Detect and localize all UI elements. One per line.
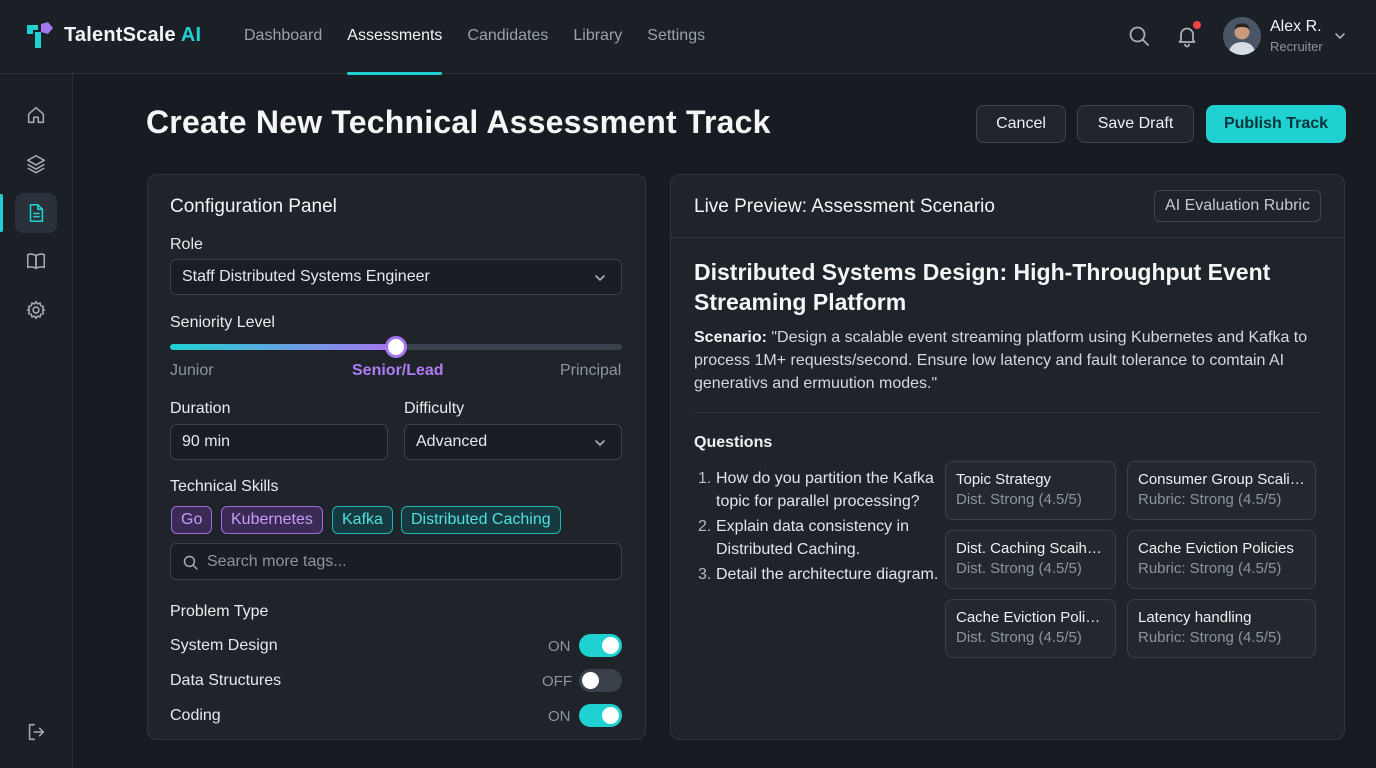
toggle-state-data-structures: OFF	[542, 673, 572, 690]
user-role: Recruiter	[1270, 39, 1323, 54]
problem-type-data-structures: Data Structures	[170, 672, 282, 689]
document-icon	[29, 203, 44, 223]
tag-search-placeholder: Search more tags...	[207, 552, 347, 570]
sidebar-item-assessments[interactable]	[15, 193, 57, 233]
active-marker	[0, 194, 3, 232]
questions-list: 1. How do you partition the Kafka topic f…	[698, 467, 944, 588]
sidebar	[0, 74, 73, 768]
scenario-title: Distributed Systems Design: High-Through…	[694, 259, 1271, 315]
duration-label: Duration	[170, 400, 231, 417]
ai-evaluation-rubric-button[interactable]: AI Evaluation Rubric	[1154, 190, 1321, 222]
rubric-card[interactable]: Latency handling Rubric: Strong (4.5/5)	[1127, 599, 1316, 658]
nav-settings[interactable]: Settings	[647, 0, 705, 74]
scenario-description: Scenario: "Design a scalable event strea…	[694, 326, 1324, 395]
scenario-body: "Design a scalable event streaming platf…	[694, 329, 1308, 392]
role-value: Staff Distributed Systems Engineer	[182, 268, 430, 285]
rubric-card[interactable]: Dist. Caching Scaihing Dist. Strong (4.5/…	[945, 530, 1116, 589]
slider-fill	[170, 344, 396, 350]
toggle-state-system-design: ON	[548, 638, 571, 655]
question-item: 3. Detail the architecture diagram.	[698, 566, 939, 583]
sidebar-item-home[interactable]	[15, 95, 57, 135]
nav-candidates[interactable]: Candidates	[467, 0, 548, 74]
search-icon[interactable]	[1127, 24, 1151, 48]
seniority-tick-senior[interactable]: Senior/Lead	[352, 362, 444, 380]
cancel-button[interactable]: Cancel	[976, 105, 1066, 143]
skill-tag-kafka[interactable]: Kafka	[332, 506, 393, 534]
seniority-label: Seniority Level	[170, 314, 275, 331]
logout-icon	[28, 723, 45, 741]
questions-label: Questions	[694, 434, 773, 451]
rubric-card[interactable]: Cache Eviction Policies Rubric: Strong (4…	[1127, 530, 1316, 589]
problem-type-label: Problem Type	[170, 603, 269, 620]
technical-skills-label: Technical Skills	[170, 478, 279, 495]
search-icon	[183, 555, 198, 570]
rubric-card[interactable]: Topic Strategy Dist. Strong (4.5/5)	[945, 461, 1116, 520]
skill-tag-distributed-caching[interactable]: Distributed Caching	[401, 506, 561, 534]
sidebar-item-library[interactable]	[15, 241, 57, 281]
configuration-panel-title: Configuration Panel	[170, 196, 337, 217]
chevron-down-icon	[595, 440, 605, 447]
data-structures-toggle[interactable]	[579, 669, 622, 692]
chevron-down-icon[interactable]	[1333, 29, 1347, 43]
role-label: Role	[170, 236, 203, 253]
role-select[interactable]: Staff Distributed Systems Engineer	[170, 259, 622, 295]
publish-track-button[interactable]: Publish Track	[1206, 105, 1346, 143]
home-icon	[27, 106, 45, 124]
difficulty-select[interactable]: Advanced	[404, 424, 622, 460]
chevron-down-icon	[595, 275, 605, 282]
seniority-tick-principal[interactable]: Principal	[560, 362, 621, 380]
coding-toggle[interactable]	[579, 704, 622, 727]
problem-type-coding: Coding	[170, 707, 221, 724]
nav-dashboard[interactable]: Dashboard	[244, 0, 322, 74]
top-bar: TalentScale AI Dashboard Assessments Cand…	[0, 0, 1376, 75]
gear-icon	[26, 300, 46, 320]
sidebar-item-layers[interactable]	[15, 144, 57, 184]
difficulty-value: Advanced	[416, 433, 488, 450]
sidebar-item-logout[interactable]	[15, 712, 57, 752]
duration-input[interactable]: 90 min	[170, 424, 388, 460]
toggle-state-coding: ON	[548, 708, 571, 725]
sidebar-item-settings[interactable]	[15, 290, 57, 330]
difficulty-label: Difficulty	[404, 400, 465, 417]
avatar[interactable]	[1223, 17, 1261, 55]
problem-type-system-design: System Design	[170, 637, 278, 654]
skill-tag-kubernetes[interactable]: Kubernetes	[221, 506, 323, 534]
preview-panel-title: Live Preview: Assessment Scenario	[694, 196, 995, 217]
scenario-prefix: Scenario:	[694, 329, 767, 346]
layers-icon	[26, 154, 46, 174]
seniority-slider[interactable]	[170, 336, 622, 358]
save-draft-button[interactable]: Save Draft	[1077, 105, 1194, 143]
system-design-toggle[interactable]	[579, 634, 622, 657]
page-title: Create New Technical Assessment Track	[146, 104, 771, 140]
slider-handle[interactable]	[385, 336, 407, 358]
notification-dot	[1193, 21, 1201, 29]
question-item: 2. Explain data consistency in Distribute…	[698, 518, 909, 558]
question-item: 1. How do you partition the Kafka topic f…	[698, 470, 934, 510]
user-name: Alex R.	[1270, 18, 1322, 35]
seniority-tick-junior[interactable]: Junior	[170, 362, 214, 380]
logo-icon	[27, 22, 53, 48]
rubric-card[interactable]: Cache Eviction Polic... Dist. Strong (4.5…	[945, 599, 1116, 658]
tag-search-input[interactable]: Search more tags...	[170, 543, 622, 580]
preview-header-divider	[671, 237, 1344, 238]
scenario-divider	[694, 412, 1321, 413]
nav-assessments[interactable]: Assessments	[347, 0, 443, 75]
main-nav: Dashboard Assessments Candidates Library…	[244, 0, 705, 75]
duration-value: 90 min	[182, 433, 231, 450]
brand-name: TalentScale AI	[64, 24, 202, 46]
nav-library[interactable]: Library	[573, 0, 622, 74]
rubric-card[interactable]: Consumer Group Scaling Rubric: Strong (4.…	[1127, 461, 1316, 520]
skill-tag-go[interactable]: Go	[171, 506, 213, 534]
book-icon	[26, 253, 46, 270]
